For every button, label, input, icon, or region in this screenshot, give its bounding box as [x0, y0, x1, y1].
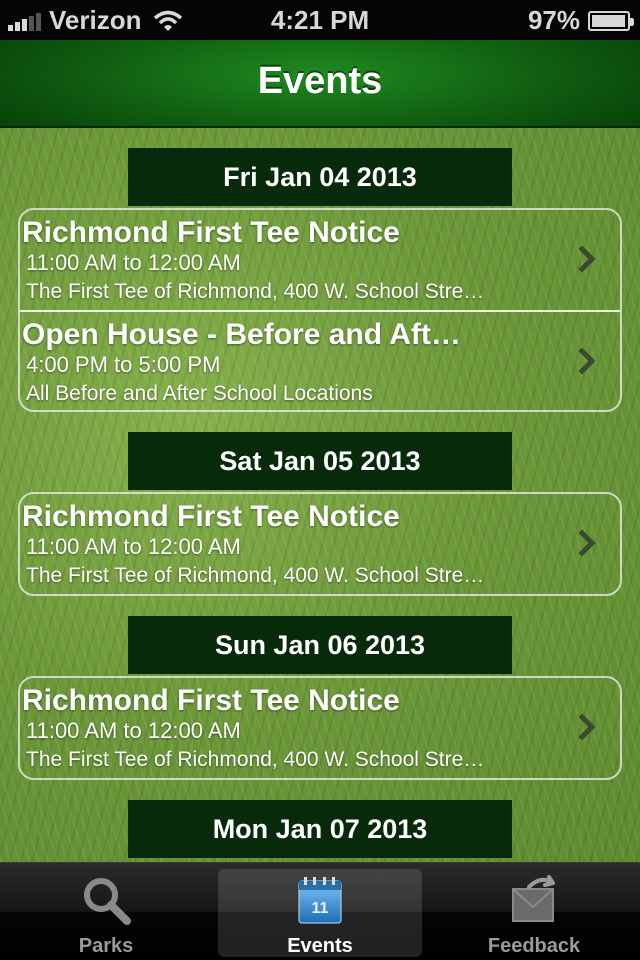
page-title: Events — [257, 60, 383, 102]
event-group: Richmond First Tee Notice 11:00 AM to 12:… — [18, 492, 622, 596]
calendar-icon: 11 — [298, 877, 342, 924]
event-row[interactable]: Richmond First Tee Notice 11:00 AM to 12:… — [20, 678, 620, 778]
chevron-right-icon — [578, 714, 596, 740]
tab-label: Feedback — [487, 935, 581, 957]
event-group: Richmond First Tee Notice 11:00 AM to 12:… — [18, 676, 622, 780]
event-row[interactable]: Richmond First Tee Notice 11:00 AM to 12:… — [20, 494, 620, 594]
battery-icon — [588, 10, 634, 31]
event-title: Open House - Before and Aft… — [22, 318, 461, 351]
tab-label: Events — [287, 935, 353, 957]
tab-bar: Parks 11 Events Feedback — [0, 862, 640, 960]
event-title: Richmond First Tee Notice — [22, 500, 400, 533]
date-header: Sat Jan 05 2013 — [128, 432, 512, 490]
event-time: 11:00 AM to 12:00 AM — [26, 250, 241, 275]
event-group: Richmond First Tee Notice 11:00 AM to 12:… — [18, 208, 622, 412]
chevron-right-icon — [578, 348, 596, 374]
magnifier-icon — [84, 878, 131, 925]
date-header: Sun Jan 06 2013 — [128, 616, 512, 674]
battery-percent: 97% — [527, 5, 580, 35]
event-title: Richmond First Tee Notice — [22, 216, 400, 249]
chevron-right-icon — [578, 246, 596, 272]
events-list[interactable]: Fri Jan 04 2013 Richmond First Tee Notice… — [0, 128, 640, 862]
event-location: The First Tee of Richmond, 400 W. School… — [26, 748, 485, 771]
battery-fill — [592, 14, 625, 27]
navigation-bar: Events — [0, 40, 640, 128]
tab-feedback[interactable]: Feedback — [432, 863, 636, 960]
event-time: 4:00 PM to 5:00 PM — [26, 352, 221, 377]
status-bar: Verizon 4:21 PM 97% — [0, 0, 640, 40]
envelope-reply-icon — [512, 875, 555, 922]
date-header: Mon Jan 07 2013 — [128, 800, 512, 858]
date-header: Fri Jan 04 2013 — [128, 148, 512, 206]
chevron-right-icon — [578, 530, 596, 556]
status-right: 97% — [527, 5, 634, 36]
calendar-icon-text: 11 — [312, 900, 329, 917]
event-title: Richmond First Tee Notice — [22, 684, 400, 717]
tab-label: Parks — [78, 935, 134, 957]
tab-events[interactable]: 11 Events — [218, 869, 422, 957]
event-row[interactable]: Richmond First Tee Notice 11:00 AM to 12:… — [20, 210, 620, 310]
event-location: The First Tee of Richmond, 400 W. School… — [26, 564, 485, 587]
event-time: 11:00 AM to 12:00 AM — [26, 718, 241, 743]
event-row[interactable]: Open House - Before and Aft… 4:00 PM to 5… — [20, 310, 620, 410]
event-time: 11:00 AM to 12:00 AM — [26, 534, 241, 559]
event-location: The First Tee of Richmond, 400 W. School… — [26, 280, 485, 303]
event-location: All Before and After School Locations — [26, 382, 373, 405]
tab-parks[interactable]: Parks — [4, 863, 208, 960]
